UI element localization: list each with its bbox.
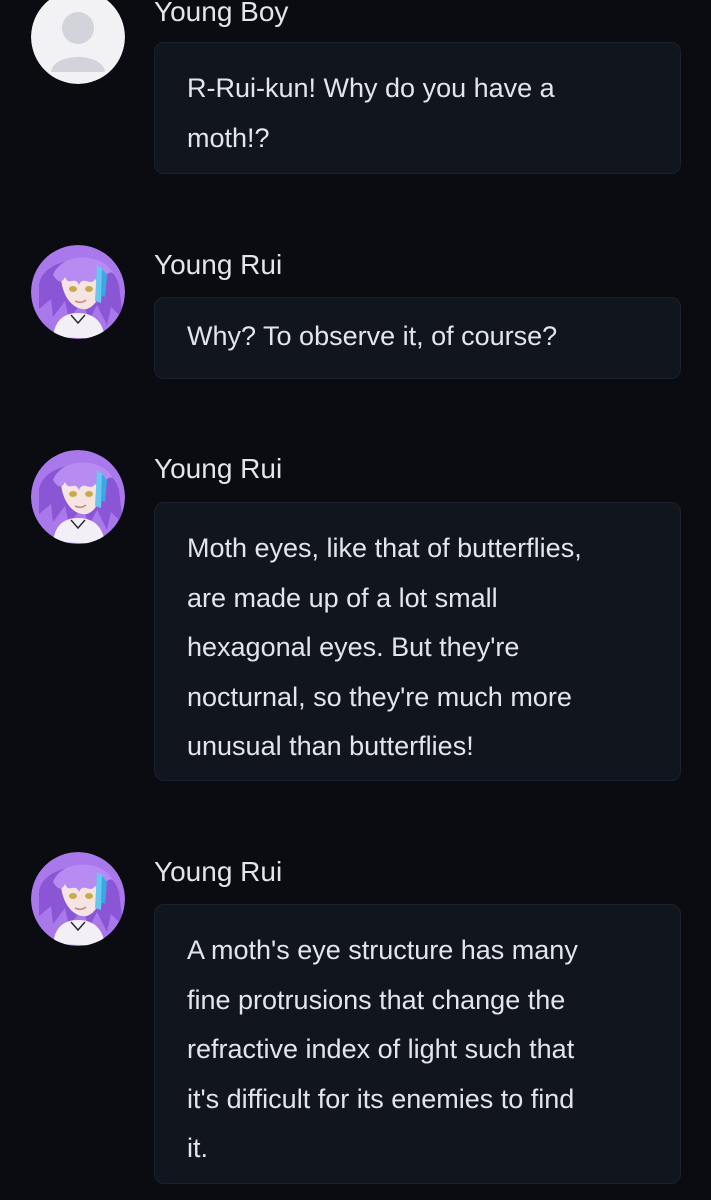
message-text: A moth's eye structure has many fine pro… bbox=[187, 935, 578, 1163]
message-bubble: Why? To observe it, of course? bbox=[154, 297, 681, 379]
message-text: Why? To observe it, of course? bbox=[187, 321, 558, 351]
chat-log: Young Boy R-Rui-kun! Why do you have a m… bbox=[0, 0, 711, 1200]
default-user-icon[interactable] bbox=[31, 0, 125, 84]
user-avatar[interactable] bbox=[31, 450, 125, 544]
sender-name: Young Boy bbox=[154, 0, 289, 27]
message-bubble: A moth's eye structure has many fine pro… bbox=[154, 904, 681, 1184]
message-bubble: Moth eyes, like that of butterflies, are… bbox=[154, 502, 681, 781]
sender-name: Young Rui bbox=[154, 856, 283, 887]
user-avatar[interactable] bbox=[31, 245, 125, 339]
message-text: R-Rui-kun! Why do you have a moth!? bbox=[187, 73, 555, 153]
character-portrait-icon bbox=[31, 450, 125, 544]
sender-name: Young Rui bbox=[154, 453, 283, 484]
user-avatar[interactable] bbox=[31, 852, 125, 946]
sender-name: Young Rui bbox=[154, 249, 283, 280]
character-portrait-icon bbox=[31, 852, 125, 946]
message-bubble: R-Rui-kun! Why do you have a moth!? bbox=[154, 42, 681, 174]
character-portrait-icon bbox=[31, 245, 125, 339]
message-text: Moth eyes, like that of butterflies, are… bbox=[187, 533, 582, 761]
